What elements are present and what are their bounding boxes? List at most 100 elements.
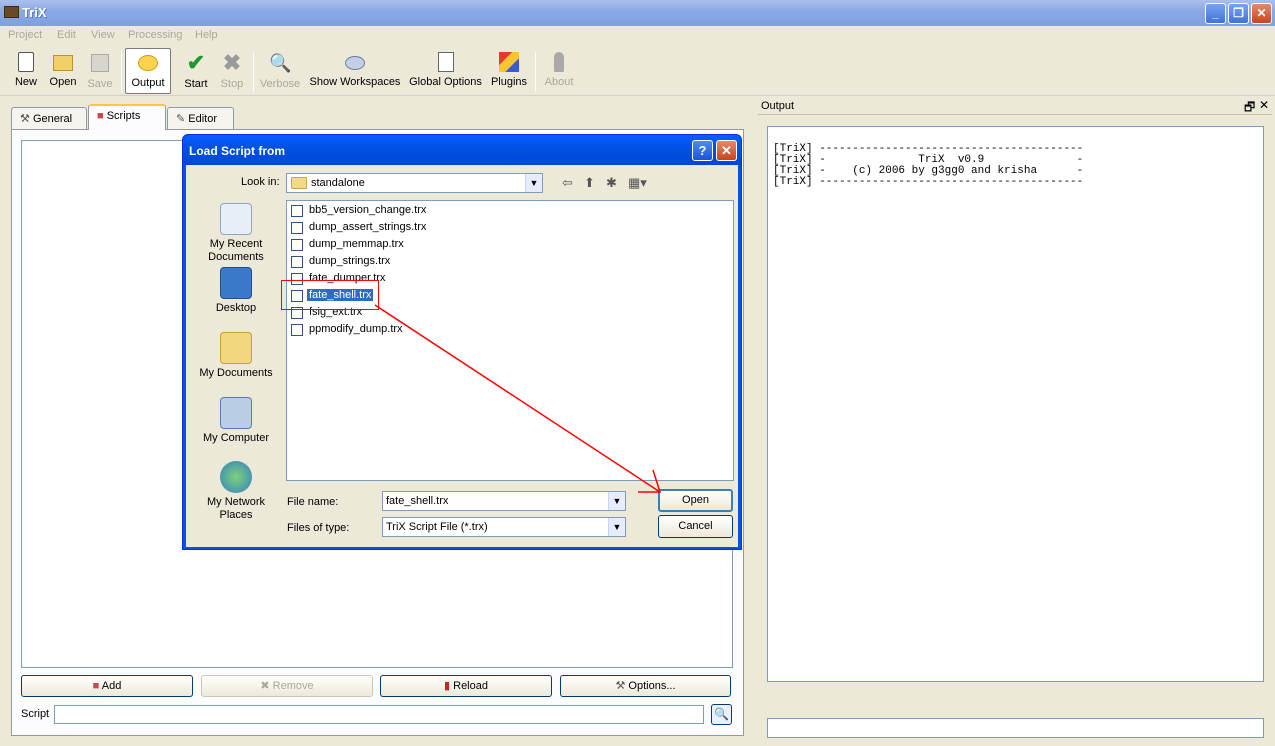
reload-button[interactable]: ▮ Reload (380, 675, 552, 697)
script-file-icon (291, 256, 303, 268)
verbose-button[interactable]: 🔍 Verbose (258, 48, 302, 94)
place-my-recent-documents[interactable]: My Recent Documents (192, 203, 280, 264)
options-button[interactable]: ⚒ Options... (560, 675, 731, 697)
menu-view[interactable]: View (91, 29, 115, 41)
script-file-icon (291, 205, 303, 217)
dialog-help-button[interactable]: ? (692, 140, 713, 161)
add-plugin-icon: ■ (92, 680, 100, 692)
tab-general[interactable]: ⚒ General (11, 107, 87, 129)
place-my-computer[interactable]: My Computer (192, 397, 280, 445)
output-line: [TriX] ---------------------------------… (773, 176, 1084, 188)
dialog-close-button[interactable]: ✕ (716, 140, 737, 161)
verbose-magnifier-icon: 🔍 (269, 53, 292, 73)
files-of-type-label: Files of type: (287, 522, 350, 534)
menu-help[interactable]: Help (195, 29, 218, 41)
list-item[interactable]: dump_strings.trx (290, 254, 392, 270)
checkmark-icon: ✔ (186, 50, 206, 75)
view-menu-icon[interactable]: ▦▾ (628, 175, 647, 191)
my-documents-icon (220, 332, 252, 364)
output-float-button[interactable]: 🗗 (1244, 98, 1255, 119)
place-my-network-places[interactable]: My Network Places (192, 461, 280, 522)
output-input[interactable] (767, 718, 1264, 738)
my-computer-icon (220, 397, 252, 429)
look-in-dropdown[interactable]: standalone ▼ (286, 173, 543, 193)
chevron-down-icon[interactable]: ▼ (525, 174, 542, 192)
trix-main-window: TriX _ ❐ ✕ Project Edit View Processing … (0, 0, 1275, 746)
list-item[interactable]: bb5_version_change.trx (290, 203, 428, 219)
open-folder-icon (53, 55, 73, 71)
new-button[interactable]: New (8, 48, 44, 94)
speech-bubble-icon (138, 55, 158, 71)
dialog-title: Load Script from (189, 144, 286, 158)
new-file-icon (18, 52, 34, 72)
stop-button[interactable]: ✖ Stop (215, 48, 249, 94)
folder-icon (291, 177, 307, 189)
save-icon (91, 54, 109, 72)
restore-button[interactable]: ❐ (1228, 3, 1249, 24)
menu-bar: Project Edit View Processing Help (0, 26, 1275, 46)
output-panel-header: Output 🗗 ✕ (758, 98, 1272, 115)
tab-scripts[interactable]: ■ Scripts (88, 104, 166, 130)
about-button[interactable]: About (540, 48, 578, 94)
title-bar: TriX _ ❐ ✕ (0, 0, 1275, 26)
back-arrow-icon[interactable]: ⇦ (562, 175, 573, 191)
save-button[interactable]: Save (83, 48, 117, 94)
place-my-documents[interactable]: My Documents (192, 332, 280, 380)
file-list[interactable]: bb5_version_change.trx dump_assert_strin… (286, 200, 734, 481)
notepad-pen-icon (437, 52, 454, 72)
wrench-icon: ⚒ (20, 113, 30, 125)
minimize-button[interactable]: _ (1205, 3, 1226, 24)
workspaces-icon (345, 56, 365, 70)
recent-documents-icon (220, 203, 252, 235)
remove-x-icon: ✖ (260, 680, 270, 692)
plugins-blocks-icon (499, 52, 519, 72)
open-button[interactable]: Open (45, 48, 81, 94)
output-log[interactable]: [TriX] ---------------------------------… (767, 126, 1264, 682)
cancel-button[interactable]: Cancel (658, 515, 733, 538)
chevron-down-icon[interactable]: ▼ (608, 492, 625, 510)
global-options-button[interactable]: Global Options (408, 48, 483, 94)
show-workspaces-button[interactable]: Show Workspaces (308, 48, 402, 94)
output-button[interactable]: Output (125, 48, 171, 94)
plugins-button[interactable]: Plugins (489, 48, 529, 94)
chevron-down-icon[interactable]: ▼ (608, 518, 625, 536)
list-item[interactable]: dump_assert_strings.trx (290, 220, 428, 236)
desktop-icon (220, 267, 252, 299)
menu-edit[interactable]: Edit (57, 29, 76, 41)
network-globe-icon (220, 461, 252, 493)
script-file-icon (291, 324, 303, 336)
look-in-label: Look in: (241, 176, 280, 188)
magnifier-icon: 🔍 (714, 707, 729, 721)
toolbar: New Open Save Output ✔ Start ✖ Stop 🔍 Ve… (0, 46, 1275, 96)
menu-project[interactable]: Project (8, 29, 42, 41)
close-button[interactable]: ✕ (1251, 3, 1272, 24)
place-desktop[interactable]: Desktop (192, 267, 280, 315)
script-search-button[interactable]: 🔍 (711, 704, 732, 725)
start-button[interactable]: ✔ Start (178, 48, 214, 94)
new-folder-icon[interactable]: ✱ (606, 175, 617, 191)
options-wrench-icon: ⚒ (615, 680, 626, 692)
load-script-dialog: Load Script from ? ✕ Look in: standalone… (182, 134, 742, 550)
script-label: Script (21, 708, 50, 720)
script-file-icon (291, 239, 303, 251)
menu-processing[interactable]: Processing (128, 29, 182, 41)
up-folder-icon[interactable]: ⬆ (584, 175, 595, 191)
script-file-icon (291, 222, 303, 234)
remove-button[interactable]: ✖ Remove (201, 675, 373, 697)
output-close-button[interactable]: ✕ (1259, 98, 1269, 112)
tab-editor[interactable]: ✎ Editor (167, 107, 234, 129)
window-title: TriX (22, 5, 47, 20)
open-file-button[interactable]: Open (658, 489, 733, 512)
output-title: Output (761, 100, 795, 112)
files-of-type-select[interactable]: TriX Script File (*.trx) ▼ (382, 517, 626, 537)
app-icon (4, 6, 19, 18)
add-button[interactable]: ■ Add (21, 675, 193, 697)
file-name-input[interactable]: fate_shell.trx ▼ (382, 491, 626, 511)
script-input[interactable] (54, 705, 704, 724)
file-name-label: File name: (287, 496, 339, 508)
dialog-title-bar: Load Script from ? ✕ (183, 135, 741, 165)
list-item[interactable]: ppmodify_dump.trx (290, 322, 405, 338)
about-person-icon (554, 52, 564, 72)
list-item[interactable]: dump_memmap.trx (290, 237, 406, 253)
editor-notepad-icon: ✎ (176, 113, 186, 125)
